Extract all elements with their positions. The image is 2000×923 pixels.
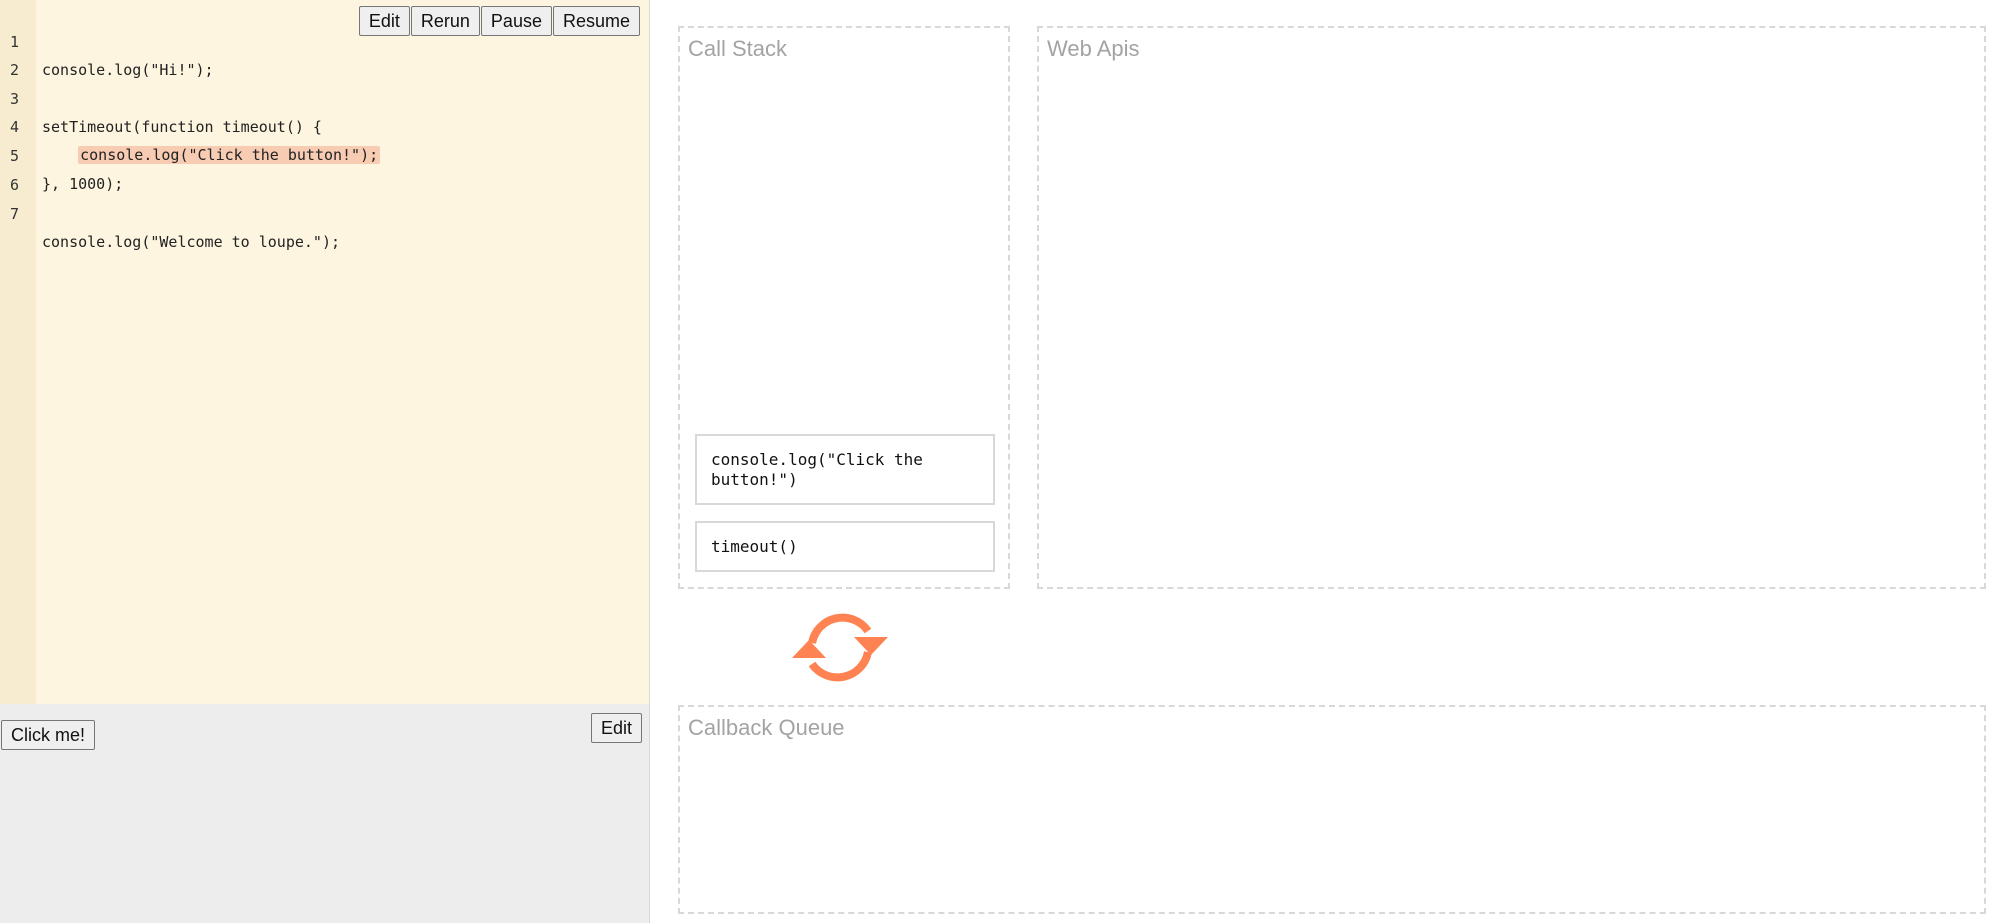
pause-button[interactable]: Pause (480, 6, 552, 36)
html-edit-button[interactable]: Edit (590, 713, 642, 743)
code-line: 5 }, 1000); (0, 114, 123, 193)
editor-toolbar: Edit Rerun Pause Resume (358, 6, 640, 36)
code-editor[interactable]: 1 console.log("Hi!"); 2 3 setTimeout(fun… (0, 0, 649, 704)
left-column: 1 console.log("Hi!"); 2 3 setTimeout(fun… (0, 0, 650, 923)
callback-queue-panel: Callback Queue (678, 705, 1986, 914)
code-text: console.log("Click the button!"); (42, 141, 381, 169)
code-line: 6 (0, 143, 72, 194)
loop-arrow-left (792, 640, 826, 658)
code-line: 7 console.log("Welcome to loupe."); (0, 172, 340, 251)
callback-queue-title: Callback Queue (688, 715, 845, 740)
highlighted-code: console.log("Click the button!"); (78, 146, 381, 164)
code-line: 1 console.log("Hi!"); (0, 0, 214, 79)
click-me-button[interactable]: Click me! (1, 720, 96, 750)
loupe-app: 1 console.log("Hi!"); 2 3 setTimeout(fun… (0, 0, 2000, 923)
refresh-icon (792, 613, 888, 682)
resume-button[interactable]: Resume (552, 6, 640, 36)
html-preview-pane: Click me! Edit (0, 704, 649, 923)
code-line: 3 setTimeout(function timeout() { (0, 57, 322, 136)
web-apis-panel: Web Apis (1037, 26, 1986, 589)
code-line: 2 (0, 28, 72, 79)
code-text: console.log("Welcome to loupe."); (42, 233, 341, 251)
call-stack-title: Call Stack (688, 36, 788, 61)
edit-button[interactable]: Edit (358, 6, 410, 36)
line-number: 7 (10, 205, 20, 223)
stack-frame: timeout() (695, 521, 995, 572)
rerun-button[interactable]: Rerun (410, 6, 480, 36)
web-apis-title: Web Apis (1047, 36, 1140, 61)
stack-frame: console.log("Click the button!") (695, 434, 995, 505)
call-stack-panel: Call Stack console.log("Click the button… (678, 26, 1010, 589)
code-text: setTimeout(function timeout() { (42, 118, 322, 136)
loop-arrow-right (854, 637, 888, 655)
code-line: 4 console.log("Click the button!"); (0, 85, 381, 164)
